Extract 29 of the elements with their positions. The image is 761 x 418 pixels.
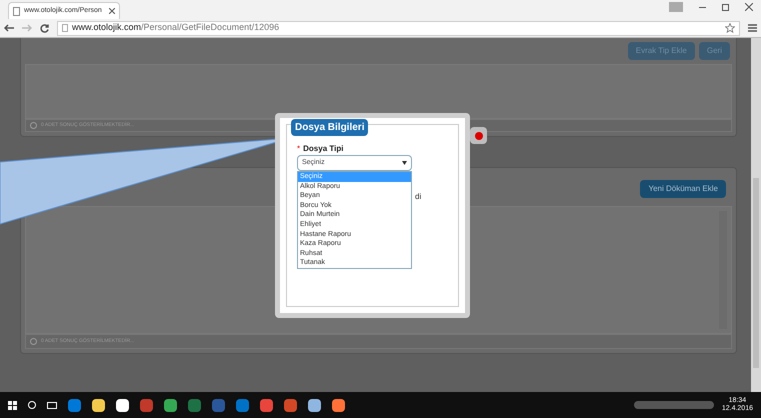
partial-text: di xyxy=(415,191,422,203)
section-legend: Dosya Bilgileri xyxy=(291,119,368,136)
maximize-icon[interactable] xyxy=(722,4,729,10)
app-icon[interactable] xyxy=(92,398,105,412)
star-icon[interactable] xyxy=(725,23,735,33)
caret-icon xyxy=(402,161,407,165)
close-icon[interactable] xyxy=(470,127,487,144)
task-view-icon[interactable] xyxy=(47,402,57,408)
app-icon[interactable] xyxy=(164,398,177,412)
info-icon xyxy=(30,338,37,345)
page-icon xyxy=(13,6,20,16)
menu-icon[interactable] xyxy=(748,24,757,32)
back-icon[interactable] xyxy=(4,24,14,32)
add-document-button[interactable]: Yeni Döküman Ekle xyxy=(640,180,726,198)
reload-icon[interactable] xyxy=(40,24,49,32)
app-icon[interactable] xyxy=(116,398,129,412)
app-icon[interactable] xyxy=(308,398,321,412)
url-text: www.otolojik.com/Personal/GetFileDocument/12096 xyxy=(72,21,280,34)
address-bar[interactable]: www.otolojik.com/Personal/GetFileDocument/12096 xyxy=(57,20,740,36)
app-icon[interactable] xyxy=(332,398,345,412)
close-icon[interactable] xyxy=(109,8,115,14)
field-label: Dosya Tipi xyxy=(303,143,344,155)
close-icon[interactable] xyxy=(745,3,753,11)
minimize-icon[interactable] xyxy=(699,6,706,8)
search-icon[interactable] xyxy=(28,401,36,409)
info-icon xyxy=(30,122,37,129)
required-mark: * xyxy=(297,143,300,155)
page-icon xyxy=(62,24,68,32)
start-icon[interactable] xyxy=(8,400,17,410)
